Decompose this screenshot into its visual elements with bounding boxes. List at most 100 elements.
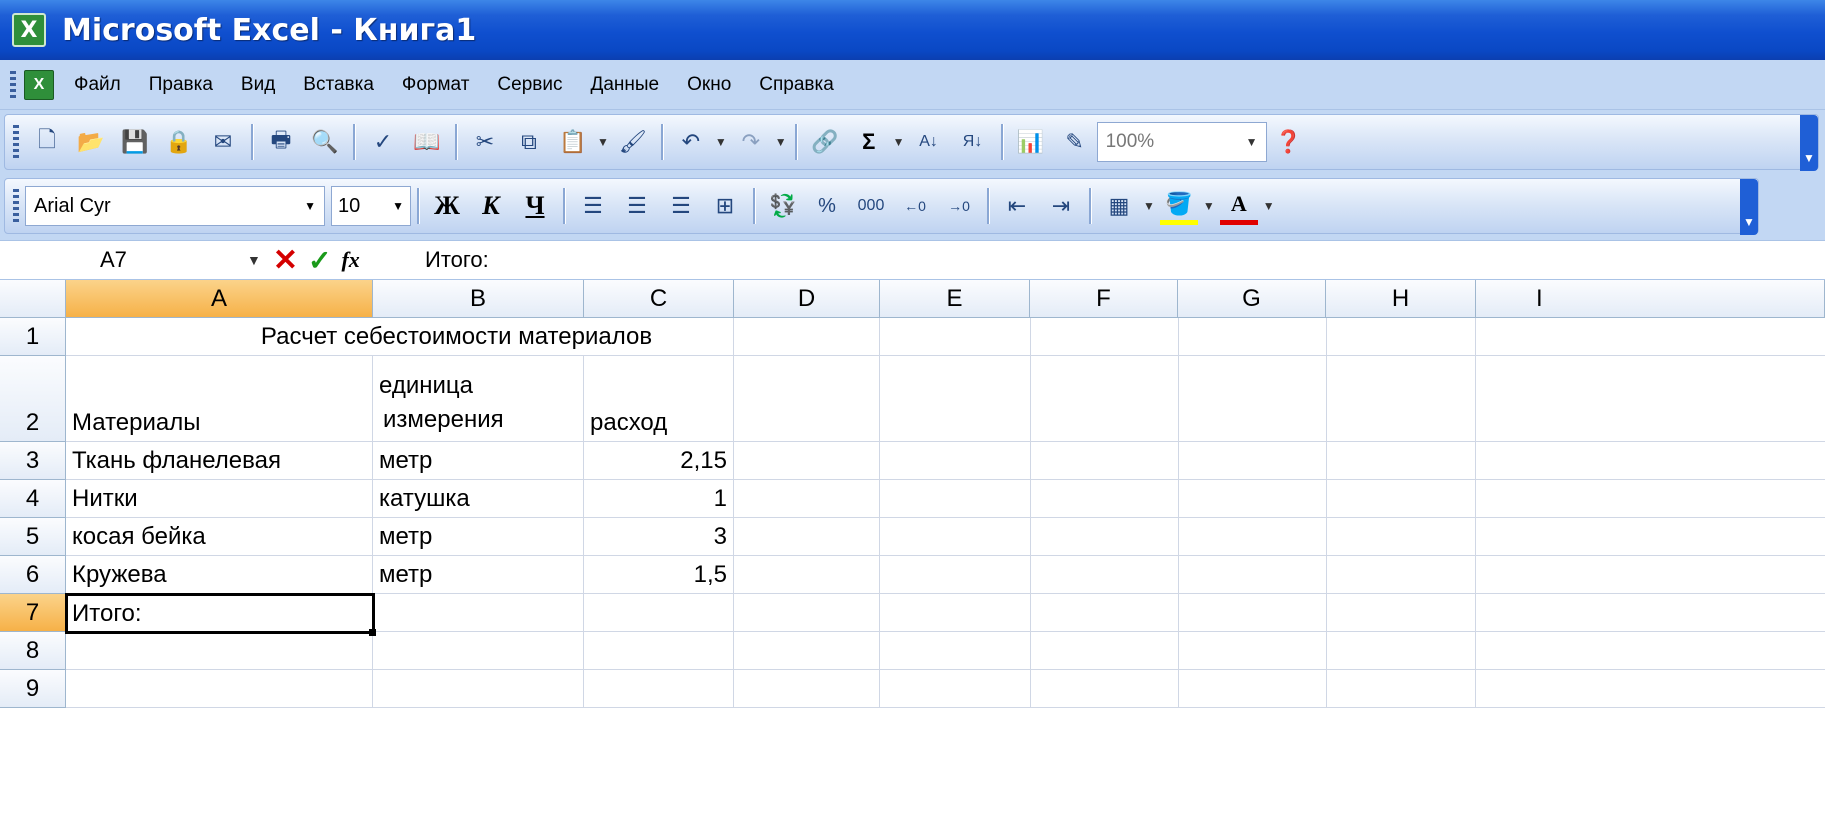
row-header-3[interactable]: 3: [0, 442, 66, 480]
undo-icon[interactable]: ↶: [672, 123, 710, 161]
name-box-dropdown-icon[interactable]: ▼: [247, 252, 261, 268]
decrease-decimal-icon[interactable]: →0: [940, 187, 978, 225]
cell-b5[interactable]: метр: [373, 518, 584, 556]
formula-input[interactable]: Итого:: [425, 247, 489, 273]
menu-data[interactable]: Данные: [590, 74, 659, 96]
menu-help[interactable]: Справка: [759, 74, 834, 96]
percent-button[interactable]: %: [808, 187, 846, 225]
cell-b3[interactable]: метр: [373, 442, 584, 480]
cell-c8[interactable]: [584, 632, 734, 670]
cancel-icon[interactable]: ✕: [273, 243, 298, 278]
align-center-icon[interactable]: ☰: [618, 187, 656, 225]
cell-a4[interactable]: Нитки: [66, 480, 373, 518]
row-header-9[interactable]: 9: [0, 670, 66, 708]
toolbar-options-icon[interactable]: ▼: [1800, 115, 1818, 171]
menu-tools[interactable]: Сервис: [497, 74, 562, 96]
cell-a5[interactable]: косая бейка: [66, 518, 373, 556]
menu-grip[interactable]: [10, 70, 16, 99]
help-icon[interactable]: ❓: [1270, 123, 1308, 161]
save-icon[interactable]: 💾: [116, 123, 154, 161]
research-icon[interactable]: 📖: [408, 123, 446, 161]
redo-dropdown-icon[interactable]: ▼: [775, 135, 787, 149]
cell-a7-active[interactable]: Итого:: [65, 593, 375, 634]
cut-icon[interactable]: ✂: [466, 123, 504, 161]
select-all-corner[interactable]: [0, 280, 66, 318]
column-header-f[interactable]: F: [1030, 280, 1178, 318]
sort-descending-icon[interactable]: Я↓: [954, 123, 992, 161]
print-preview-icon[interactable]: 🔍: [306, 123, 344, 161]
print-icon[interactable]: 🖶: [262, 123, 300, 161]
cell-c5[interactable]: 3: [584, 518, 734, 556]
drawing-icon[interactable]: ✎: [1056, 123, 1094, 161]
excel-icon[interactable]: X: [12, 13, 46, 47]
font-color-icon[interactable]: A: [1219, 187, 1258, 225]
autosum-dropdown-icon[interactable]: ▼: [893, 135, 905, 149]
currency-icon[interactable]: 💱: [764, 187, 802, 225]
underline-button[interactable]: Ч: [516, 187, 554, 225]
row-header-5[interactable]: 5: [0, 518, 66, 556]
enter-icon[interactable]: ✓: [308, 244, 331, 277]
zoom-select[interactable]: 100% ▼: [1096, 122, 1267, 162]
increase-decimal-icon[interactable]: ←0: [896, 187, 934, 225]
permission-icon[interactable]: 🔒: [160, 123, 198, 161]
row-header-2[interactable]: 2: [0, 356, 66, 442]
cell-b6[interactable]: метр: [373, 556, 584, 594]
font-size-select[interactable]: 10 ▼: [331, 186, 411, 226]
column-header-b[interactable]: B: [373, 280, 584, 318]
column-header-a[interactable]: A: [66, 280, 373, 318]
workbook-icon[interactable]: X: [24, 69, 54, 100]
column-header-g[interactable]: G: [1178, 280, 1326, 318]
cell-a6[interactable]: Кружева: [66, 556, 373, 594]
paste-dropdown-icon[interactable]: ▼: [597, 135, 609, 149]
merge-center-icon[interactable]: ⊞: [706, 187, 744, 225]
thousands-button[interactable]: 000: [852, 187, 890, 225]
toolbar-grip[interactable]: [13, 125, 19, 159]
row-header-6[interactable]: 6: [0, 556, 66, 594]
menu-view[interactable]: Вид: [241, 74, 275, 96]
autosum-icon[interactable]: Σ: [850, 123, 888, 161]
cell-a9[interactable]: [66, 670, 373, 708]
column-header-c[interactable]: C: [584, 280, 734, 318]
new-icon[interactable]: 🗋: [28, 123, 66, 161]
paste-icon[interactable]: 📋: [554, 123, 592, 161]
menu-edit[interactable]: Правка: [149, 74, 213, 96]
cell-b9[interactable]: [373, 670, 584, 708]
copy-icon[interactable]: ⧉: [510, 123, 548, 161]
redo-icon[interactable]: ↷: [732, 123, 770, 161]
name-box[interactable]: A7: [0, 241, 245, 279]
toolbar-options-icon[interactable]: ▼: [1740, 179, 1758, 235]
menu-window[interactable]: Окно: [687, 74, 731, 96]
borders-dropdown-icon[interactable]: ▼: [1143, 199, 1155, 213]
cell-a2[interactable]: Материалы: [66, 356, 373, 442]
cell-b4[interactable]: катушка: [373, 480, 584, 518]
row-header-1[interactable]: 1: [0, 318, 66, 356]
italic-button[interactable]: К: [472, 187, 510, 225]
column-header-e[interactable]: E: [880, 280, 1030, 318]
fill-handle[interactable]: [369, 629, 376, 636]
cell-b8[interactable]: [373, 632, 584, 670]
cell-c7[interactable]: [584, 594, 734, 632]
menu-format[interactable]: Формат: [402, 74, 470, 96]
fill-color-icon[interactable]: 🪣: [1159, 187, 1198, 225]
cell-b7[interactable]: [373, 594, 584, 632]
cell-c4[interactable]: 1: [584, 480, 734, 518]
sort-ascending-icon[interactable]: А↓: [910, 123, 948, 161]
row-header-7[interactable]: 7: [0, 594, 66, 632]
cell-b2[interactable]: единица измерения: [373, 356, 584, 442]
bold-button[interactable]: Ж: [428, 187, 466, 225]
column-header-i[interactable]: I: [1476, 280, 1825, 318]
insert-function-icon[interactable]: fx: [341, 247, 359, 273]
cell-a3[interactable]: Ткань фланелевая: [66, 442, 373, 480]
font-color-dropdown-icon[interactable]: ▼: [1263, 199, 1275, 213]
open-icon[interactable]: 📂: [72, 123, 110, 161]
menu-insert[interactable]: Вставка: [303, 74, 374, 96]
column-header-d[interactable]: D: [734, 280, 880, 318]
row-header-4[interactable]: 4: [0, 480, 66, 518]
cell-c3[interactable]: 2,15: [584, 442, 734, 480]
toolbar-grip[interactable]: [13, 189, 19, 223]
align-left-icon[interactable]: ☰: [574, 187, 612, 225]
align-right-icon[interactable]: ☰: [662, 187, 700, 225]
row-header-8[interactable]: 8: [0, 632, 66, 670]
hyperlink-icon[interactable]: 🔗: [806, 123, 844, 161]
cell-c6[interactable]: 1,5: [584, 556, 734, 594]
